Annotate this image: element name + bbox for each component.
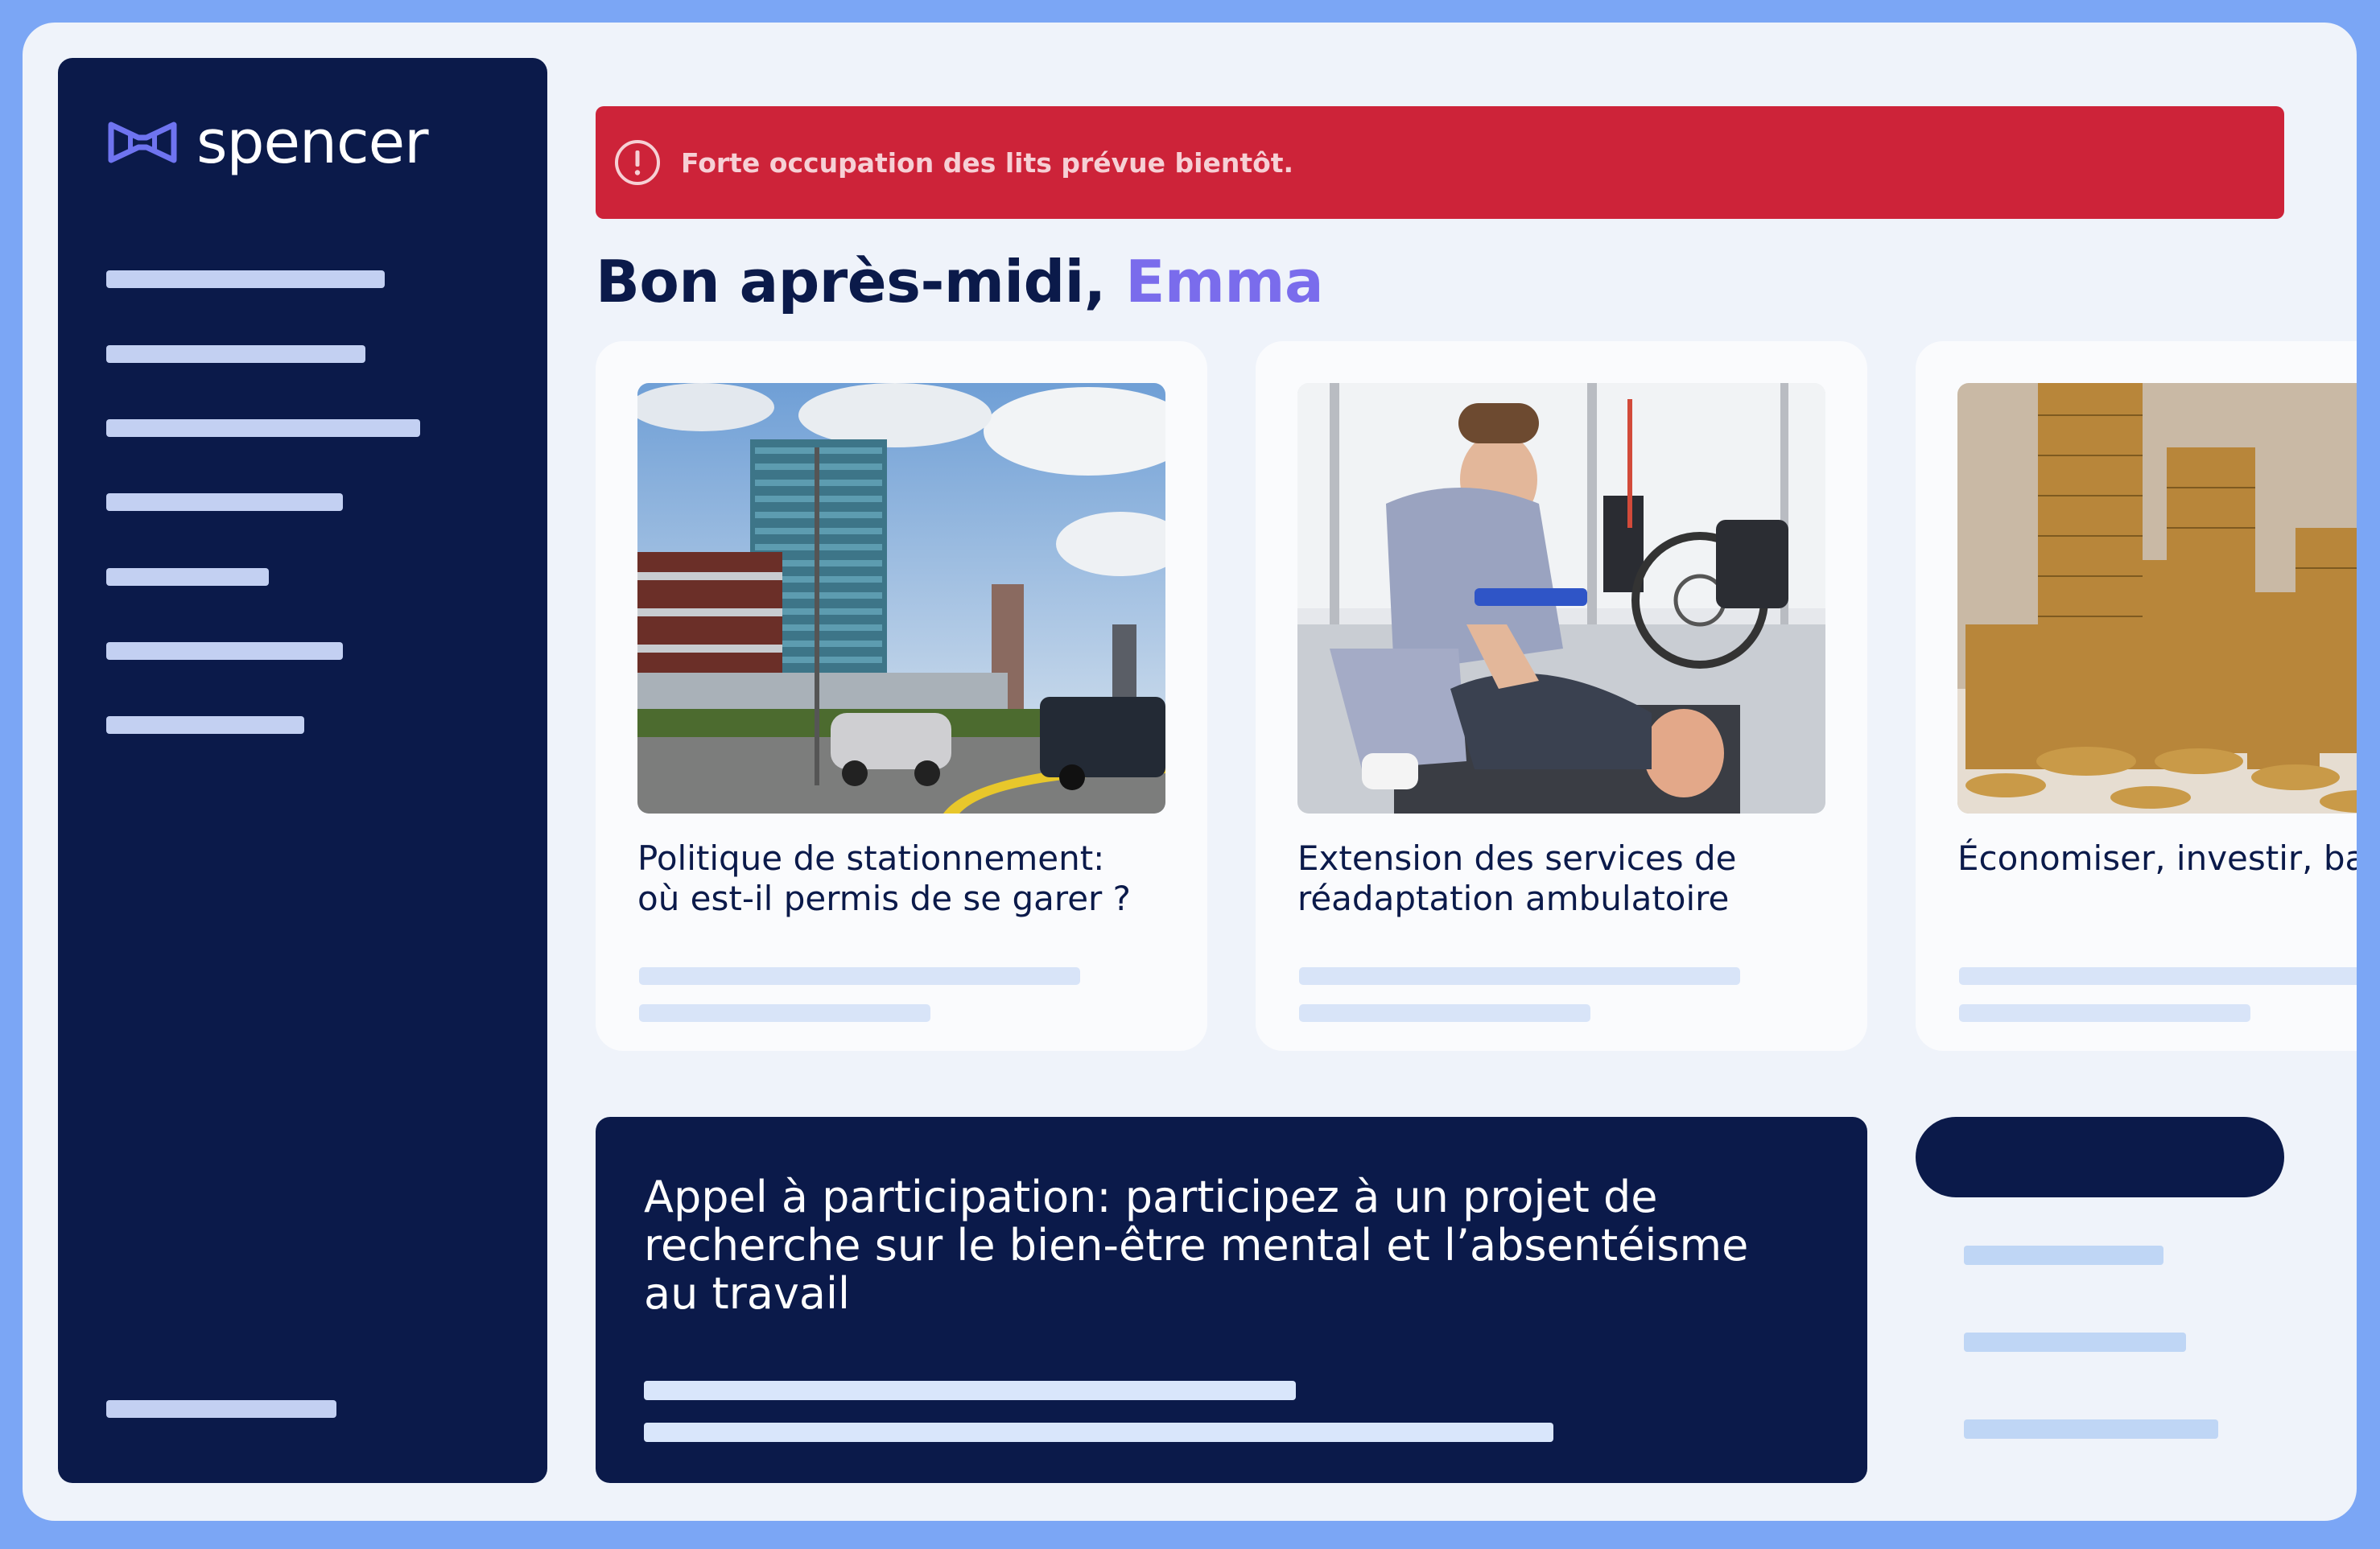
sidebar-item-4[interactable] xyxy=(106,493,343,511)
card-title: Extension des services de réadaptation a… xyxy=(1297,838,1845,919)
sidebar-footer-item[interactable] xyxy=(106,1400,336,1418)
sidebar-item-1[interactable] xyxy=(106,270,385,288)
news-card-parking[interactable]: Politique de stationnement: où est-il pe… xyxy=(596,341,1207,1051)
main-content: Forte occupation des lits prévue bientôt… xyxy=(596,23,2357,1521)
alert-banner: Forte occupation des lits prévue bientôt… xyxy=(596,106,2284,219)
card-image-savings xyxy=(1957,383,2357,814)
participation-title: Appel à participation: participez à un p… xyxy=(644,1172,1749,1319)
sidebar-item-2[interactable] xyxy=(106,345,365,363)
card-excerpt-line xyxy=(1299,967,1740,985)
app-frame: spencer Forte occupation des lits prévue… xyxy=(23,23,2357,1521)
news-card-savings[interactable]: Économiser, investir, ba xyxy=(1916,341,2357,1051)
participation-banner[interactable]: Appel à participation: participez à un p… xyxy=(596,1117,1867,1483)
news-card-rehabilitation[interactable]: Extension des services de réadaptation a… xyxy=(1256,341,1867,1051)
greeting-prefix: Bon après-midi, xyxy=(596,248,1126,315)
app-name: spencer xyxy=(196,108,429,177)
sidebar-item-6[interactable] xyxy=(106,642,343,660)
sidebar-item-3[interactable] xyxy=(106,419,420,437)
exclamation-circle-icon xyxy=(615,140,660,185)
side-widget-item[interactable] xyxy=(1964,1246,2163,1265)
side-widget-button[interactable] xyxy=(1916,1117,2284,1197)
card-title-line-2: réadaptation ambulatoire xyxy=(1297,879,1730,918)
card-image-parking xyxy=(637,383,1165,814)
bowtie-logo-icon xyxy=(108,122,177,163)
promo-excerpt-line xyxy=(644,1381,1296,1400)
card-title-line-1: Extension des services de xyxy=(1297,838,1737,878)
card-excerpt-line xyxy=(1299,1004,1590,1022)
side-widget-item[interactable] xyxy=(1964,1333,2186,1352)
card-excerpt-line xyxy=(639,967,1080,985)
sidebar-item-7[interactable] xyxy=(106,716,304,734)
card-image-rehabilitation xyxy=(1297,383,1825,814)
card-excerpt-line xyxy=(1959,967,2357,985)
card-title-line-1: Économiser, investir, ba xyxy=(1957,838,2357,878)
card-title-line-1: Politique de stationnement: xyxy=(637,838,1105,878)
page-title: Bon après-midi, Emma xyxy=(596,248,1324,315)
sidebar-item-5[interactable] xyxy=(106,568,269,586)
sidebar: spencer xyxy=(58,58,547,1483)
app-logo[interactable]: spencer xyxy=(106,108,429,177)
card-title-line-2: où est-il permis de se garer ? xyxy=(637,879,1131,918)
promo-excerpt-line xyxy=(644,1423,1553,1442)
card-title: Économiser, investir, ba xyxy=(1957,838,2357,879)
card-excerpt-line xyxy=(639,1004,930,1022)
card-title: Politique de stationnement: où est-il pe… xyxy=(637,838,1185,919)
card-excerpt-line xyxy=(1959,1004,2250,1022)
alert-message: Forte occupation des lits prévue bientôt… xyxy=(681,146,1294,179)
user-name: Emma xyxy=(1125,248,1324,315)
side-widget-item[interactable] xyxy=(1964,1419,2218,1439)
